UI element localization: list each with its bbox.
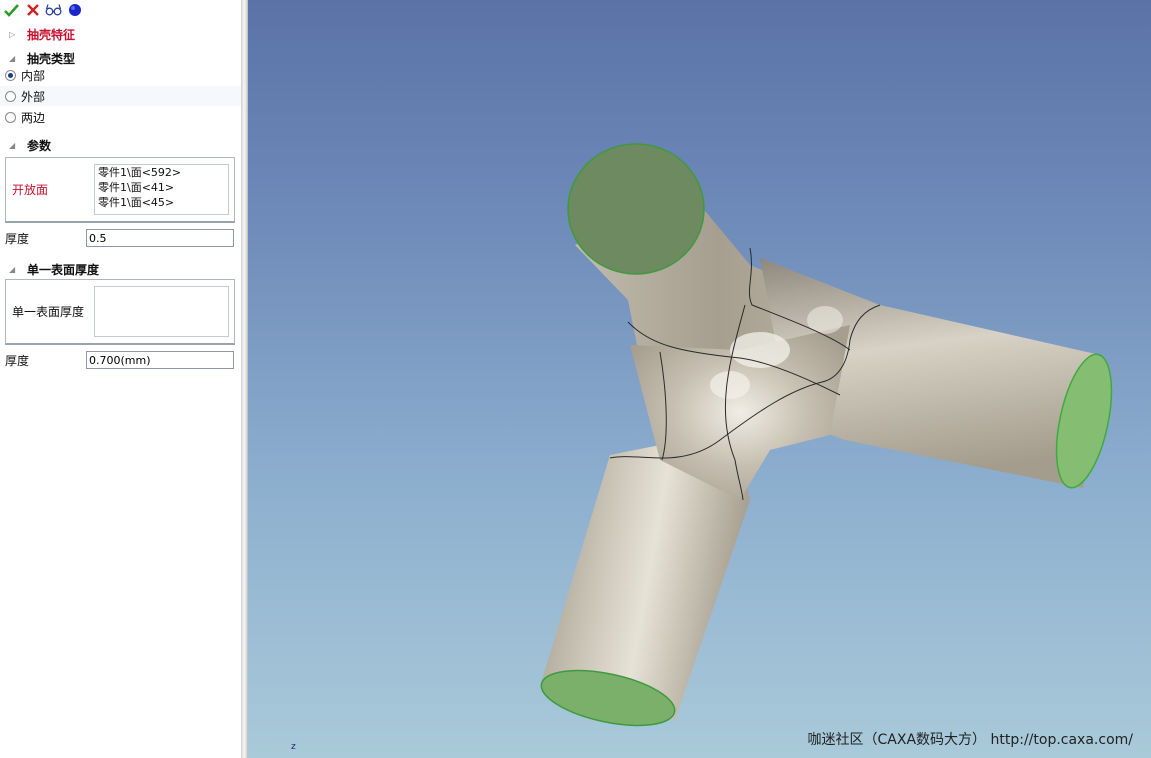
shell-model[interactable] — [248, 0, 1151, 758]
list-item[interactable]: 零件1\面<41> — [95, 180, 228, 195]
radio-outer[interactable]: 外部 — [0, 86, 241, 106]
radio-button[interactable] — [5, 90, 16, 102]
radio-label: 外部 — [21, 89, 46, 104]
collapse-triangle-icon: ◢ — [9, 140, 16, 150]
single-faces-list[interactable] — [94, 286, 229, 337]
open-faces-label: 开放面 — [12, 183, 49, 197]
open-faces-list[interactable]: 零件1\面<592> 零件1\面<41> 零件1\面<45> — [94, 164, 229, 215]
preview-glasses-icon[interactable] — [45, 2, 62, 19]
section-title: 单一表面厚度 — [27, 262, 100, 277]
radio-button[interactable] — [5, 69, 16, 81]
single-thickness-input[interactable] — [86, 351, 234, 369]
watermark-text: 咖迷社区（CAXA数码大方） http://top.caxa.com/ — [807, 732, 1133, 748]
list-item[interactable]: 零件1\面<592> — [95, 165, 228, 180]
radio-button[interactable] — [5, 111, 16, 123]
apply-dot-icon[interactable] — [66, 2, 83, 19]
radio-label: 两边 — [21, 110, 46, 125]
single-thickness-row: 厚度 — [0, 350, 241, 370]
single-faces-label: 单一表面厚度 — [12, 305, 85, 319]
single-thickness-label: 厚度 — [5, 353, 30, 368]
axis-z-label: z — [291, 742, 296, 752]
single-faces-group: 单一表面厚度 — [5, 279, 235, 345]
open-face-top — [567, 143, 705, 275]
expand-triangle-icon: ▷ — [9, 29, 16, 39]
radio-inner[interactable]: 内部 — [0, 65, 241, 85]
panel-toolbar — [0, 0, 241, 20]
ok-icon[interactable] — [3, 2, 20, 19]
3d-viewport[interactable]: z 咖迷社区（CAXA数码大方） http://top.caxa.com/ — [248, 0, 1151, 758]
radio-label: 内部 — [21, 68, 46, 83]
section-params[interactable]: ◢ 参数 — [0, 135, 241, 155]
shell-feature-panel: ▷ 抽壳特征 ◢ 抽壳类型 内部 外部 两边 ◢ 参数 开放面 零件1\面<59… — [0, 0, 241, 758]
radio-both[interactable]: 两边 — [0, 107, 241, 127]
section-title: 抽壳类型 — [27, 51, 76, 66]
section-shell-feature[interactable]: ▷ 抽壳特征 — [0, 24, 241, 44]
panel-splitter[interactable] — [241, 0, 248, 758]
section-single-face[interactable]: ◢ 单一表面厚度 — [0, 259, 241, 279]
thickness-input[interactable] — [86, 229, 234, 247]
thickness-row: 厚度 — [0, 228, 241, 248]
section-title: 参数 — [27, 138, 52, 153]
section-title: 抽壳特征 — [27, 27, 76, 42]
list-item[interactable]: 零件1\面<45> — [95, 195, 228, 210]
open-faces-group: 开放面 零件1\面<592> 零件1\面<41> 零件1\面<45> — [5, 157, 235, 223]
thickness-label: 厚度 — [5, 231, 30, 246]
collapse-triangle-icon: ◢ — [9, 53, 16, 63]
collapse-triangle-icon: ◢ — [9, 264, 16, 274]
cancel-icon[interactable] — [24, 2, 41, 19]
